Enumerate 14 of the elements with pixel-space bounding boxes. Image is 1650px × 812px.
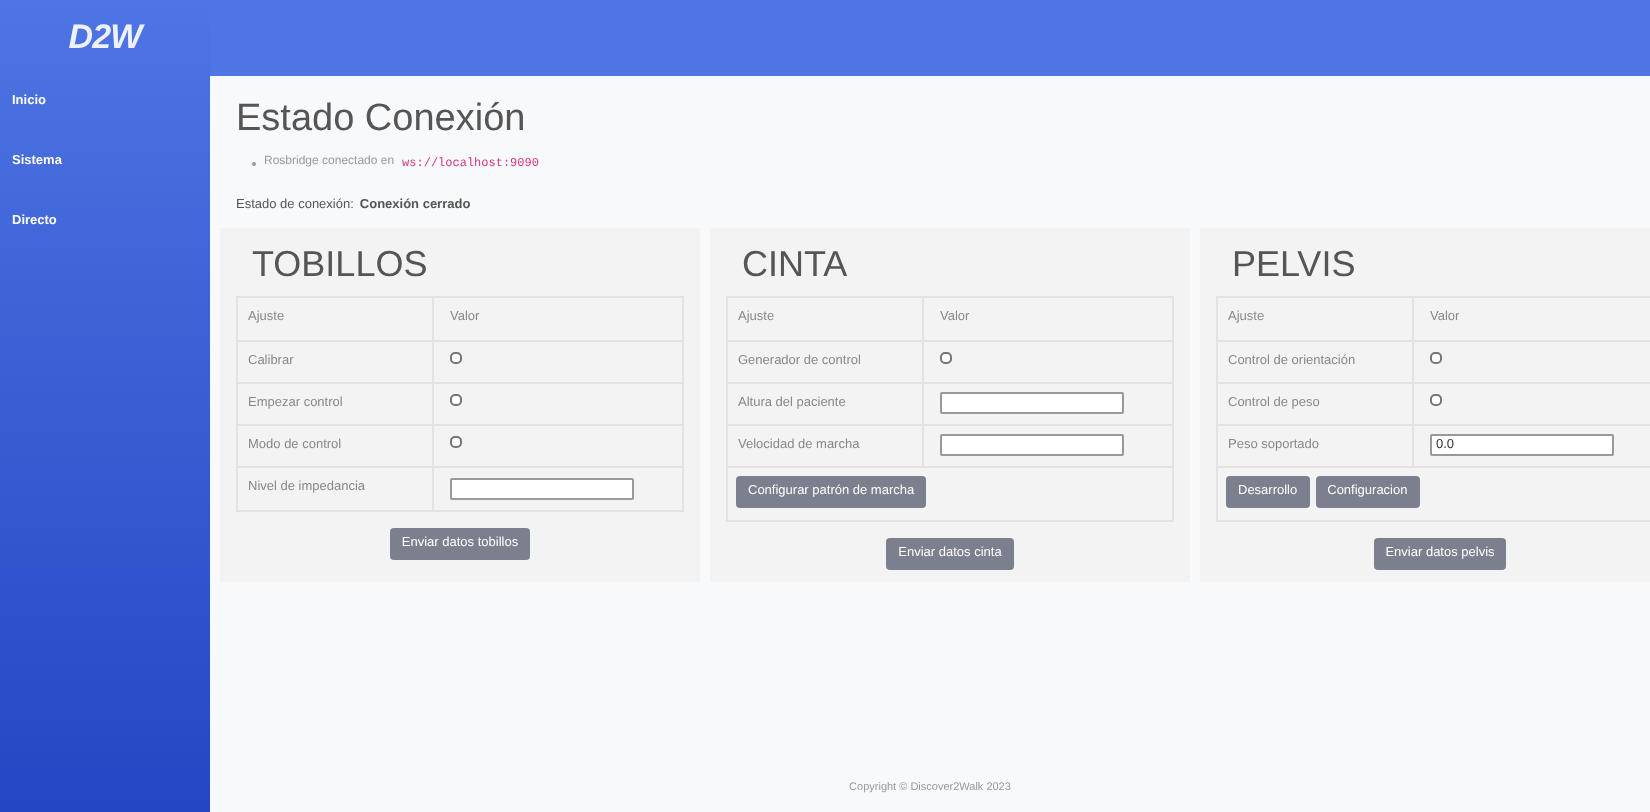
checkbox[interactable]: [450, 351, 462, 364]
checkbox[interactable]: [450, 393, 462, 406]
input-field[interactable]: [450, 477, 634, 500]
checkbox[interactable]: [940, 351, 952, 364]
checkbox[interactable]: [450, 435, 462, 448]
panel-title: PELVIS: [1230, 241, 1358, 288]
panel-title: CINTA: [740, 241, 850, 288]
page-title: Estado Conexión: [236, 100, 528, 138]
checkbox[interactable]: [1430, 351, 1442, 364]
logo: D2W: [68, 16, 142, 61]
input-field[interactable]: [940, 392, 1124, 415]
input-field[interactable]: [940, 434, 1124, 457]
panel-title: TOBILLOS: [250, 241, 430, 288]
checkbox[interactable]: [1430, 393, 1442, 406]
